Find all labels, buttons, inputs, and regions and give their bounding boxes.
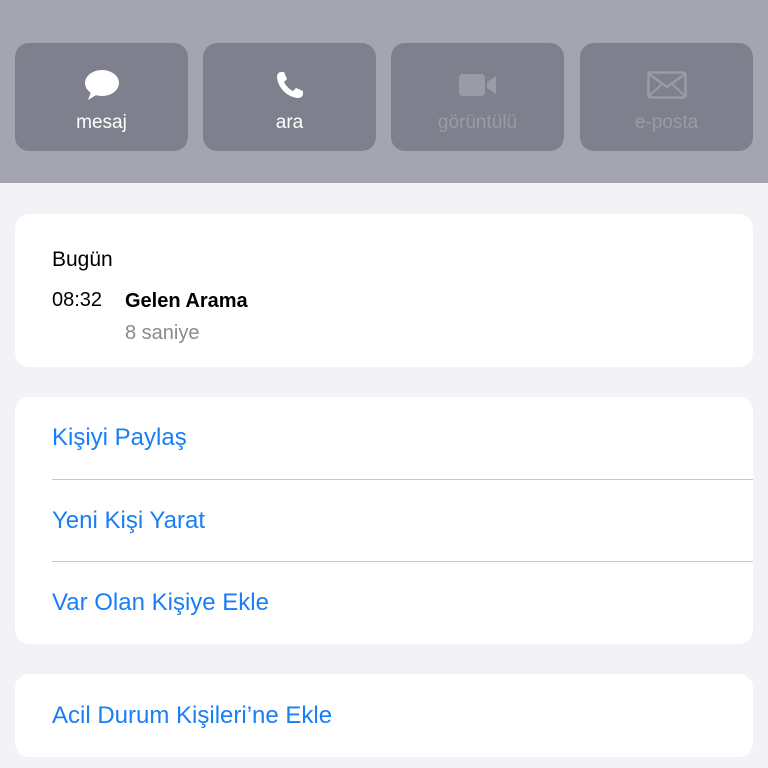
video-button-label: görüntülü — [437, 112, 518, 133]
mail-icon — [580, 65, 753, 105]
action-header: mesaj ara görüntülü e-posta — [0, 0, 768, 183]
email-button[interactable]: e-posta — [580, 43, 753, 151]
emergency-card: Acil Durum Kişileri’ne Ekle — [15, 674, 753, 757]
call-history-card: Bugün 08:32 Gelen Arama 8 saniye — [15, 214, 753, 367]
message-button-label: mesaj — [76, 112, 127, 133]
video-button[interactable]: görüntülü — [391, 43, 564, 151]
contact-actions-card: Kişiyi Paylaş Yeni Kişi Yarat Var Olan K… — [15, 397, 753, 644]
add-emergency-contact-button[interactable]: Acil Durum Kişileri’ne Ekle — [15, 674, 753, 757]
message-button[interactable]: mesaj — [15, 43, 188, 151]
call-type: Gelen Arama — [125, 290, 248, 312]
add-to-existing-contact-button[interactable]: Var Olan Kişiye Ekle — [15, 562, 753, 644]
video-icon — [391, 65, 564, 105]
call-button[interactable]: ara — [203, 43, 376, 151]
create-new-contact-button[interactable]: Yeni Kişi Yarat — [15, 480, 753, 562]
call-time: 08:32 — [52, 289, 103, 311]
call-history-day: Bugün — [52, 248, 113, 271]
share-contact-button[interactable]: Kişiyi Paylaş — [15, 397, 753, 479]
call-button-label: ara — [275, 112, 304, 133]
email-button-label: e-posta — [634, 112, 699, 133]
message-icon — [15, 65, 188, 105]
call-duration: 8 saniye — [125, 322, 200, 344]
phone-icon — [203, 65, 376, 105]
